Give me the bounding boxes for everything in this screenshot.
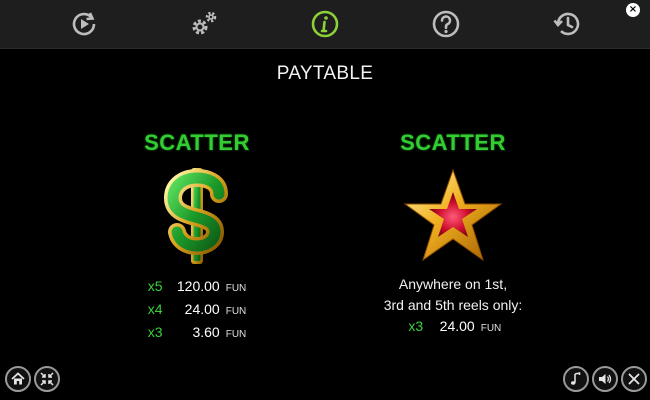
multiplier: x3 — [147, 324, 163, 340]
compress-icon — [40, 372, 54, 386]
speaker-icon — [599, 374, 612, 384]
fullscreen-exit-button[interactable] — [34, 366, 60, 392]
close-icon[interactable]: × — [626, 3, 640, 17]
currency-unit: FUN — [225, 329, 247, 340]
payout-amount: 24.00 — [184, 301, 220, 317]
music-button[interactable] — [563, 366, 589, 392]
scatter-label: SCATTER — [400, 130, 506, 155]
scatter-star-section: SCATTER Anywhere on 1st, 3rd and 5th ree… — [353, 130, 553, 339]
scatter-dollar-section: SCATTER x5 120.00 FUN x4 24.00 FUN x3 3.… — [97, 130, 297, 345]
currency-unit: FUN — [225, 283, 247, 294]
payout-amount: 120.00 — [176, 278, 220, 294]
info-icon — [311, 10, 339, 38]
autoplay-button[interactable] — [66, 6, 102, 42]
payout-amount: 24.00 — [439, 318, 475, 334]
star-icon — [403, 166, 503, 266]
history-icon — [553, 12, 580, 36]
music-note-icon — [571, 372, 581, 385]
dollar-sign-icon — [147, 166, 247, 266]
payout-row: x4 24.00 FUN — [148, 299, 247, 322]
close-icon — [628, 373, 640, 385]
description-line: 3rd and 5th reels only: — [383, 297, 523, 313]
multiplier: x3 — [408, 318, 424, 334]
scatter-label: SCATTER — [144, 130, 250, 155]
description-line: Anywhere on 1st, — [398, 276, 508, 292]
payout-amount: 3.60 — [192, 324, 220, 340]
scatter-description: Anywhere on 1st, 3rd and 5th reels only: — [353, 274, 553, 316]
settings-button[interactable] — [186, 6, 222, 42]
payout-row: x3 24.00 FUN — [353, 316, 553, 339]
multiplier: x5 — [147, 278, 163, 294]
multiplier: x4 — [147, 301, 163, 317]
page-title: PAYTABLE — [276, 63, 374, 84]
autoplay-icon — [72, 12, 96, 36]
currency-unit: FUN — [225, 306, 247, 317]
help-icon — [432, 10, 460, 38]
history-button[interactable] — [549, 6, 585, 42]
home-icon — [11, 372, 25, 385]
settings-icon — [192, 11, 217, 35]
home-button[interactable] — [5, 366, 31, 392]
info-button[interactable] — [307, 6, 343, 42]
payout-row: x3 3.60 FUN — [148, 322, 247, 345]
close-button[interactable] — [621, 366, 647, 392]
payout-list: x5 120.00 FUN x4 24.00 FUN x3 3.60 FUN — [148, 276, 247, 345]
currency-unit: FUN — [480, 323, 502, 334]
sound-button[interactable] — [592, 366, 618, 392]
payout-row: x5 120.00 FUN — [148, 276, 247, 299]
help-button[interactable] — [428, 6, 464, 42]
top-menu-bar: × — [0, 0, 650, 49]
